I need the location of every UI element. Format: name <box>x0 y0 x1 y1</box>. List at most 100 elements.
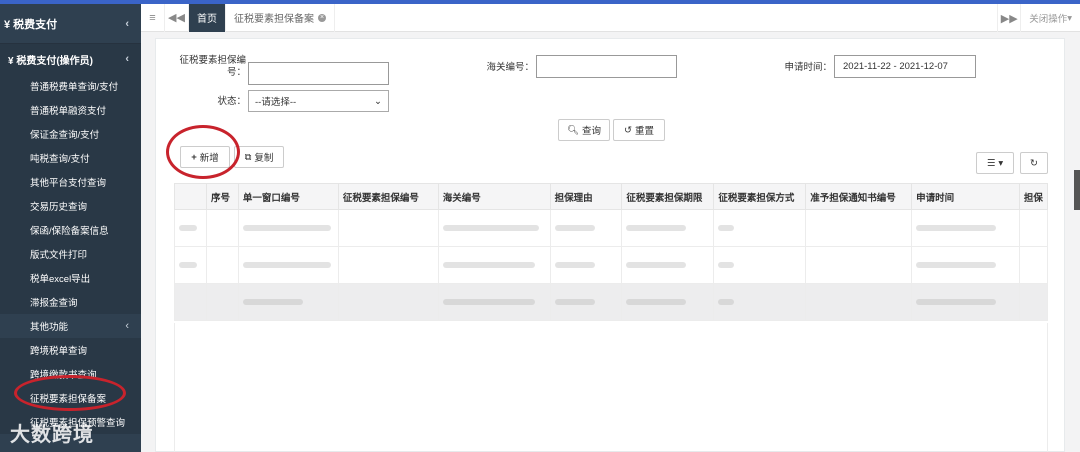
sidebar-title: ¥ 税费支付 <box>4 18 58 31</box>
column-header[interactable]: 申请时间 <box>911 183 1020 210</box>
sidebar-group-label: 其他功能 <box>30 322 69 333</box>
list-icon: ☰ <box>986 157 996 169</box>
chevron-down-icon: ⌄ <box>374 95 382 107</box>
sidebar-item-late-fee[interactable]: 滞报金查询 <box>0 290 141 314</box>
table-cell <box>237 283 339 321</box>
content-panel: 征税要素担保编号： 海关编号： 申请时间： 2021-11-22 - 2021-… <box>155 38 1065 452</box>
sidebar-menu-tax-payment[interactable]: ¥ 税费支付 ‹ <box>0 4 141 44</box>
table-row[interactable] <box>174 283 1049 321</box>
table-header-row: 序号 单一窗口编号 征税要素担保编号 海关编号 担保理由 征税要素担保期限 征税… <box>174 183 1049 210</box>
column-header[interactable]: 担保理由 <box>549 183 623 210</box>
table-cell <box>1018 246 1049 284</box>
status-selected: --请选择-- <box>255 97 297 108</box>
guarantee-table: 序号 单一窗口编号 征税要素担保编号 海关编号 担保理由 征税要素担保期限 征税… <box>174 183 1049 321</box>
table-cell <box>713 283 807 321</box>
scroll-right-icon[interactable]: ▶▶ <box>997 4 1022 32</box>
apply-time-range-input[interactable]: 2021-11-22 - 2021-12-07 <box>834 55 976 78</box>
table-cell <box>1018 209 1049 247</box>
sidebar-item-cross-border-tax[interactable]: 跨境税单查询 <box>0 338 141 362</box>
sidebar-sub-title: ¥ 税费支付(操作员) <box>8 55 93 67</box>
table-cell <box>205 283 239 321</box>
table-cell <box>205 209 239 247</box>
sidebar-item-transaction-history[interactable]: 交易历史查询 <box>0 194 141 218</box>
search-icon: 🔍︎ <box>566 124 580 136</box>
query-button[interactable]: 🔍︎ 查询 <box>558 119 610 141</box>
tab-home[interactable]: 首页 <box>189 3 226 32</box>
sidebar-item-cross-border-payment[interactable]: 跨境缴款书查询 <box>0 362 141 386</box>
table-cell <box>1018 283 1049 321</box>
caret-down-icon: ▾ <box>1067 12 1072 24</box>
close-icon[interactable]: × <box>318 13 326 22</box>
tab-bar: ≡ ◀◀ 首页 征税要素担保备案 × ▶▶ 关闭操作 ▾ <box>141 3 1080 32</box>
sidebar-item-deposit-query[interactable]: 保证金查询/支付 <box>0 122 141 146</box>
table-cell <box>437 209 551 247</box>
table-cell <box>911 283 1020 321</box>
sidebar-item-normal-tax-query[interactable]: 普通税费单查询/支付 <box>0 74 141 98</box>
table-cell <box>205 246 239 284</box>
table-row[interactable] <box>174 209 1049 247</box>
column-header[interactable]: 单一窗口编号 <box>237 183 339 210</box>
copy-button[interactable]: ⧉ 复制 <box>234 146 284 168</box>
tab-guarantee-filing[interactable]: 征税要素担保备案 × <box>226 3 335 32</box>
refresh-button[interactable]: ↻ <box>1020 152 1048 174</box>
chevron-left-icon: ‹ <box>125 17 129 30</box>
watermark-logo: 大数跨境 <box>10 424 94 446</box>
chevron-left-icon: ‹ <box>125 320 129 332</box>
table-cell <box>337 209 439 247</box>
customs-no-label: 海关编号： <box>486 62 534 73</box>
menu-toggle-icon[interactable]: ≡ <box>141 3 165 32</box>
status-select[interactable]: --请选择-- ⌄ <box>248 90 389 112</box>
chevron-left-icon: ‹ <box>125 53 129 65</box>
tab-right-controls: ▶▶ 关闭操作 ▾ <box>997 4 1080 32</box>
table-cell <box>337 283 439 321</box>
sidebar-item-layout-print[interactable]: 版式文件打印 <box>0 242 141 266</box>
close-operations-menu[interactable]: 关闭操作 ▾ <box>1021 4 1080 32</box>
table-cell <box>174 283 207 321</box>
column-header[interactable]: 序号 <box>205 183 239 210</box>
table-cell <box>437 283 551 321</box>
table-cell <box>911 209 1020 247</box>
sidebar-item-guarantee-insurance[interactable]: 保函/保险备案信息 <box>0 218 141 242</box>
sidebar-group-other[interactable]: 其他功能 ‹ <box>0 314 141 338</box>
table-cell <box>805 283 913 321</box>
status-label: 状态： <box>217 96 246 107</box>
sidebar: ¥ 税费支付 ‹ ¥ 税费支付(操作员) ‹ 普通税费单查询/支付 普通税单融资… <box>0 4 141 452</box>
table-cell <box>237 246 339 284</box>
table-row[interactable] <box>174 246 1049 284</box>
column-header[interactable]: 征税要素担保方式 <box>713 183 807 210</box>
scrollbar-thumb[interactable] <box>1074 170 1080 210</box>
guarantee-no-input[interactable] <box>248 62 389 85</box>
tab-label: 征税要素担保备案 <box>234 14 314 25</box>
sidebar-item-tax-financing[interactable]: 普通税单融资支付 <box>0 98 141 122</box>
columns-toggle-button[interactable]: ☰ ▾ <box>976 152 1014 174</box>
table-cell <box>549 283 623 321</box>
reset-button[interactable]: ↺ 重置 <box>613 119 665 141</box>
sidebar-item-guarantee-filing[interactable]: 征税要素担保备案 <box>0 386 141 410</box>
table-empty-area <box>174 323 1048 452</box>
table-cell <box>713 246 807 284</box>
sidebar-item-excel-export[interactable]: 税单excel导出 <box>0 266 141 290</box>
table-cell <box>911 246 1020 284</box>
column-header[interactable]: 征税要素担保期限 <box>621 183 715 210</box>
plus-icon: + <box>191 151 197 163</box>
sidebar-item-other-platform[interactable]: 其他平台支付查询 <box>0 170 141 194</box>
customs-no-input[interactable] <box>536 55 677 78</box>
table-cell <box>174 246 207 284</box>
table-cell <box>621 283 715 321</box>
caret-down-icon: ▾ <box>998 157 1004 169</box>
column-header[interactable]: 海关编号 <box>437 183 551 210</box>
table-cell <box>621 209 715 247</box>
column-header[interactable]: 准予担保通知书编号 <box>805 183 913 210</box>
table-cell <box>805 209 913 247</box>
sidebar-item-tonnage-tax[interactable]: 吨税查询/支付 <box>0 146 141 170</box>
add-button[interactable]: + 新增 <box>180 146 230 168</box>
sidebar-submenu-operator[interactable]: ¥ 税费支付(操作员) ‹ <box>0 44 141 74</box>
table-cell <box>337 246 439 284</box>
scroll-left-icon[interactable]: ◀◀ <box>165 3 189 32</box>
copy-icon: ⧉ <box>244 151 252 163</box>
guarantee-no-label: 征税要素担保编号： <box>179 55 246 78</box>
table-cell <box>549 246 623 284</box>
column-header[interactable]: 征税要素担保编号 <box>337 183 439 210</box>
column-header[interactable]: 担保 <box>1018 183 1049 210</box>
table-cell <box>437 246 551 284</box>
